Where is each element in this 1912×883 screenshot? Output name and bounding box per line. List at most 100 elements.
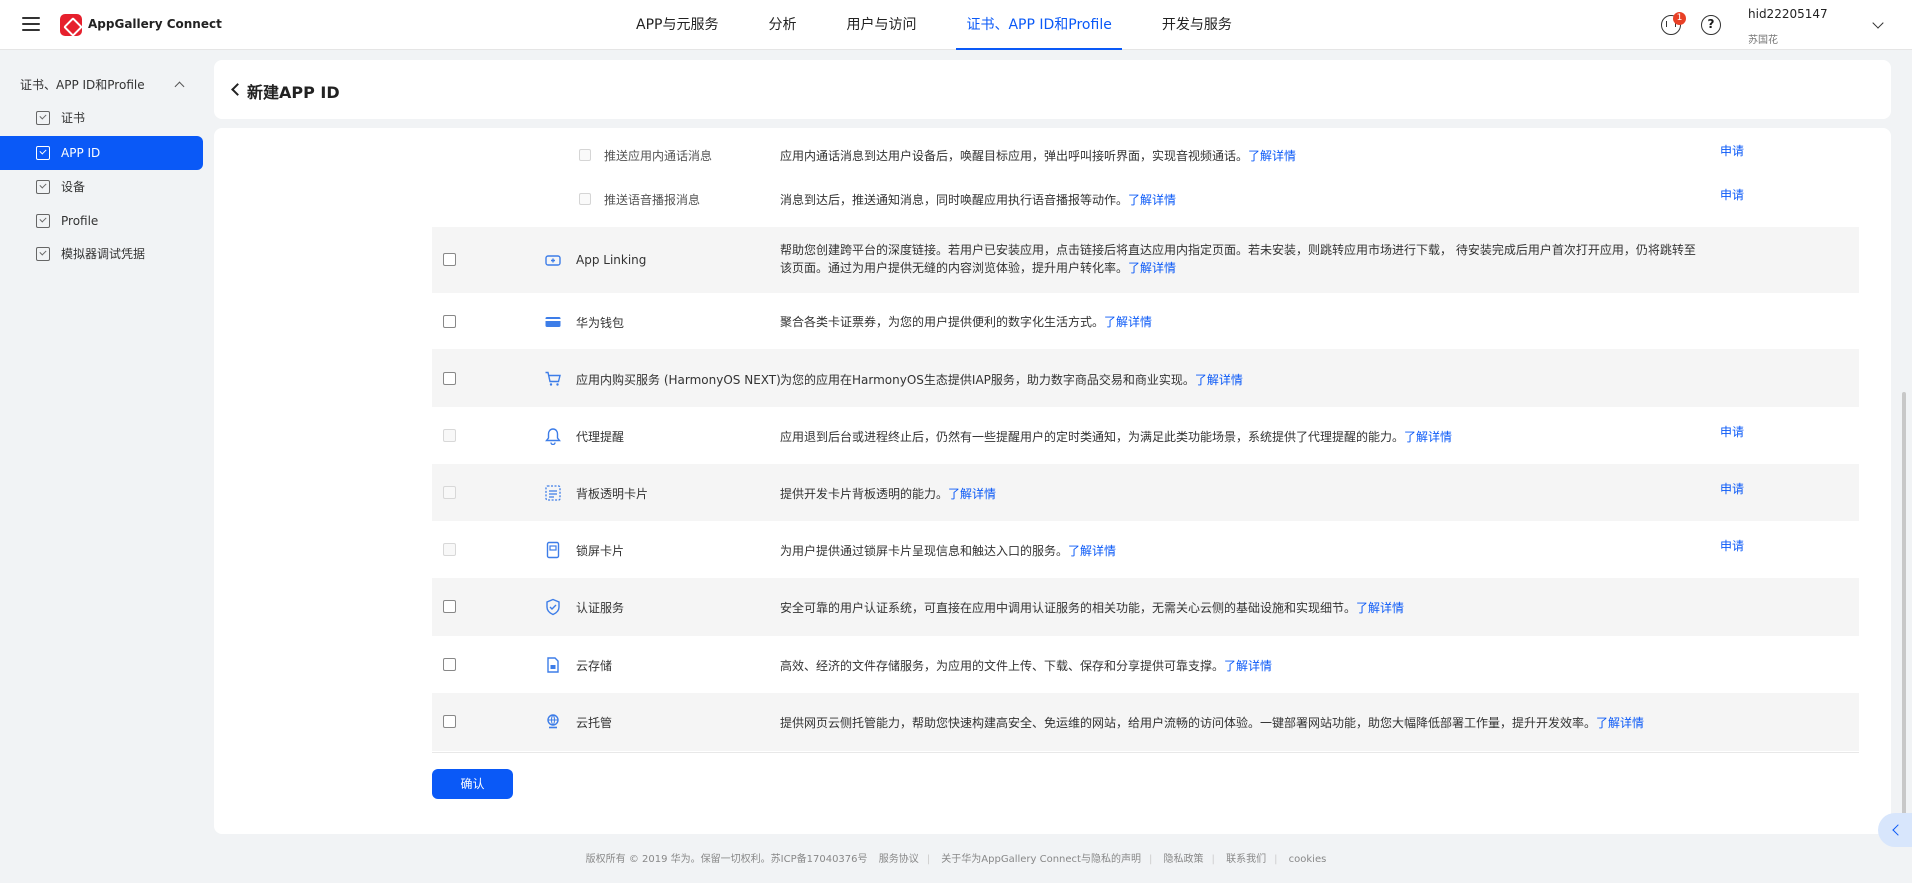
service-desc: 应用退到后台或进程终止后，仍然有一些提醒用户的定时类通知，为满足此类功能场景，系… — [780, 430, 1453, 444]
lock-screen-card-icon — [546, 541, 560, 559]
service-desc: 为您的应用在HarmonyOS生态提供IAP服务，助力数字商品交易和商业实现。了… — [780, 373, 1243, 387]
brand-name[interactable]: AppGallery Connect — [88, 17, 222, 31]
sub-permission-desc: 消息到达后，推送通知消息，同时唤醒应用执行语音播报等动作。了解详情 — [780, 193, 1177, 207]
service-checkbox[interactable] — [443, 315, 456, 328]
sidebar-item-label: 证书 — [61, 111, 86, 125]
checklist-icon — [36, 180, 50, 194]
sidebar-item-certificates[interactable]: 证书 — [0, 101, 203, 135]
help-icon[interactable]: ? — [1701, 15, 1721, 35]
footer-link-cookies[interactable]: cookies — [1289, 854, 1327, 865]
sidebar-item-app-id[interactable]: APP ID — [0, 136, 203, 170]
apply-link[interactable]: 申请 — [1720, 480, 1744, 497]
sub-permission-checkbox — [579, 193, 591, 205]
page-header: 新建APP ID — [214, 60, 1891, 119]
divider — [432, 752, 1859, 753]
chevron-down-icon[interactable] — [1872, 17, 1884, 29]
chevron-up-icon[interactable] — [174, 81, 185, 92]
service-name: 云托管 — [576, 716, 613, 730]
learn-more-link[interactable]: 了解详情 — [1128, 193, 1176, 207]
service-row-cloud-storage: 云存储 高效、经济的文件存储服务，为应用的文件上传、下载、保存和分享提供可靠支撑… — [432, 636, 1859, 693]
checklist-icon — [36, 247, 50, 261]
service-name: App Linking — [576, 253, 647, 267]
bell-reminder-icon — [545, 428, 561, 445]
service-desc: 帮助您创建跨平台的深度链接。若用户已安装应用，点击链接后将直达应用内指定页面。若… — [780, 243, 1696, 275]
collapse-panel-button[interactable] — [1878, 813, 1912, 847]
sub-permission-name: 推送语音播报消息 — [604, 193, 701, 207]
apply-link[interactable]: 申请 — [1720, 423, 1744, 440]
service-row-agent-reminder: 代理提醒 应用退到后台或进程终止后，仍然有一些提醒用户的定时类通知，为满足此类功… — [432, 407, 1859, 464]
service-desc: 聚合各类卡证票券，为您的用户提供便利的数字化生活方式。了解详情 — [780, 315, 1153, 329]
service-checkbox — [443, 486, 456, 499]
service-checkbox[interactable] — [443, 715, 456, 728]
transparent-card-icon — [545, 485, 561, 501]
learn-more-link[interactable]: 了解详情 — [1596, 716, 1644, 730]
learn-more-link[interactable]: 了解详情 — [1195, 373, 1243, 387]
footer-link-privacy-policy[interactable]: 隐私政策 — [1164, 854, 1204, 865]
sidebar-item-label: 设备 — [61, 180, 86, 194]
sidebar-item-devices[interactable]: 设备 — [0, 170, 203, 204]
service-desc: 为用户提供通过锁屏卡片呈现信息和触达入口的服务。了解详情 — [780, 544, 1117, 558]
nav-apps-services[interactable]: APP与元服务 — [626, 0, 728, 50]
footer-copyright: 版权所有 © 2019 华为。保留一切权利。苏ICP备17040376号 — [585, 854, 868, 865]
nav-develop-services[interactable]: 开发与服务 — [1152, 0, 1242, 50]
service-name: 背板透明卡片 — [576, 487, 649, 501]
apply-link[interactable]: 申请 — [1720, 142, 1744, 159]
footer-link-terms[interactable]: 服务协议 — [879, 854, 919, 865]
hamburger-menu-icon[interactable] — [22, 17, 40, 31]
service-row-wallet: 华为钱包 聚合各类卡证票券，为您的用户提供便利的数字化生活方式。了解详情 — [432, 293, 1859, 349]
service-checkbox — [443, 543, 456, 556]
cloud-hosting-icon — [547, 714, 559, 729]
user-id[interactable]: hid22205147 — [1748, 7, 1828, 21]
service-row-app-linking: App Linking 帮助您创建跨平台的深度链接。若用户已安装应用，点击链接后… — [432, 227, 1859, 293]
back-arrow-icon[interactable] — [231, 83, 244, 96]
learn-more-link[interactable]: 了解详情 — [948, 487, 996, 501]
apply-link[interactable]: 申请 — [1720, 537, 1744, 554]
cloud-storage-icon — [547, 657, 559, 673]
page-title: 新建APP ID — [247, 83, 340, 102]
service-list-panel: 推送应用内通话消息 应用内通话消息到达用户设备后，唤醒目标应用，弹出呼叫接听界面… — [214, 128, 1891, 834]
service-name: 应用内购买服务 (HarmonyOS NEXT) — [576, 373, 781, 387]
sub-permission-row: 推送应用内通话消息 应用内通话消息到达用户设备后，唤醒目标应用，弹出呼叫接听界面… — [214, 128, 1891, 172]
learn-more-link[interactable]: 了解详情 — [1404, 430, 1452, 444]
service-checkbox — [443, 429, 456, 442]
nav-users-access[interactable]: 用户与访问 — [836, 0, 926, 50]
apply-link[interactable]: 申请 — [1720, 186, 1744, 203]
footer: 版权所有 © 2019 华为。保留一切权利。苏ICP备17040376号 服务协… — [585, 854, 1327, 865]
page-scrollbar[interactable] — [1902, 392, 1906, 847]
learn-more-link[interactable]: 了解详情 — [1356, 601, 1404, 615]
learn-more-link[interactable]: 了解详情 — [1128, 261, 1176, 275]
learn-more-link[interactable]: 了解详情 — [1068, 544, 1116, 558]
nav-analytics[interactable]: 分析 — [758, 0, 806, 50]
learn-more-link[interactable]: 了解详情 — [1224, 659, 1272, 673]
learn-more-link[interactable]: 了解详情 — [1104, 315, 1152, 329]
service-checkbox[interactable] — [443, 600, 456, 613]
footer-link-privacy-statement[interactable]: 关于华为AppGallery Connect与隐私的声明 — [941, 854, 1141, 865]
confirm-button[interactable]: 确认 — [432, 769, 513, 799]
service-checkbox[interactable] — [443, 253, 456, 266]
notification-badge: 1 — [1673, 12, 1686, 25]
sidebar-item-emulator-credentials[interactable]: 模拟器调试凭据 — [0, 237, 203, 271]
service-checkbox[interactable] — [443, 658, 456, 671]
checklist-icon — [36, 111, 50, 125]
service-desc: 提供开发卡片背板透明的能力。了解详情 — [780, 487, 997, 501]
service-row-iap: 应用内购买服务 (HarmonyOS NEXT) 为您的应用在HarmonyOS… — [432, 349, 1859, 407]
sidebar-group-title[interactable]: 证书、APP ID和Profile — [20, 76, 145, 93]
service-name: 锁屏卡片 — [576, 544, 625, 558]
nav-certificates[interactable]: 证书、APP ID和Profile — [956, 0, 1123, 50]
sidebar-item-profile[interactable]: Profile — [0, 204, 203, 238]
service-desc: 高效、经济的文件存储服务，为应用的文件上传、下载、保存和分享提供可靠支撑。了解详… — [780, 659, 1273, 673]
sub-permission-checkbox — [579, 149, 591, 161]
footer-link-contact[interactable]: 联系我们 — [1226, 854, 1266, 865]
service-row-lock-screen-card: 锁屏卡片 为用户提供通过锁屏卡片呈现信息和触达入口的服务。了解详情 申请 — [432, 521, 1859, 578]
service-checkbox[interactable] — [443, 372, 456, 385]
wallet-icon — [545, 317, 561, 327]
cart-icon — [545, 371, 561, 386]
learn-more-link[interactable]: 了解详情 — [1248, 149, 1296, 163]
top-nav: APP与元服务 分析 用户与访问 证书、APP ID和Profile 开发与服务 — [626, 0, 1272, 50]
service-desc: 提供网页云侧托管能力，帮助您快速构建高安全、免运维的网站，给用户流畅的访问体验。… — [780, 716, 1645, 730]
service-name: 云存储 — [576, 659, 613, 673]
checklist-icon — [36, 146, 50, 160]
service-name: 华为钱包 — [576, 316, 625, 330]
service-name: 代理提醒 — [576, 430, 625, 444]
appgallery-logo-icon[interactable] — [60, 14, 82, 36]
